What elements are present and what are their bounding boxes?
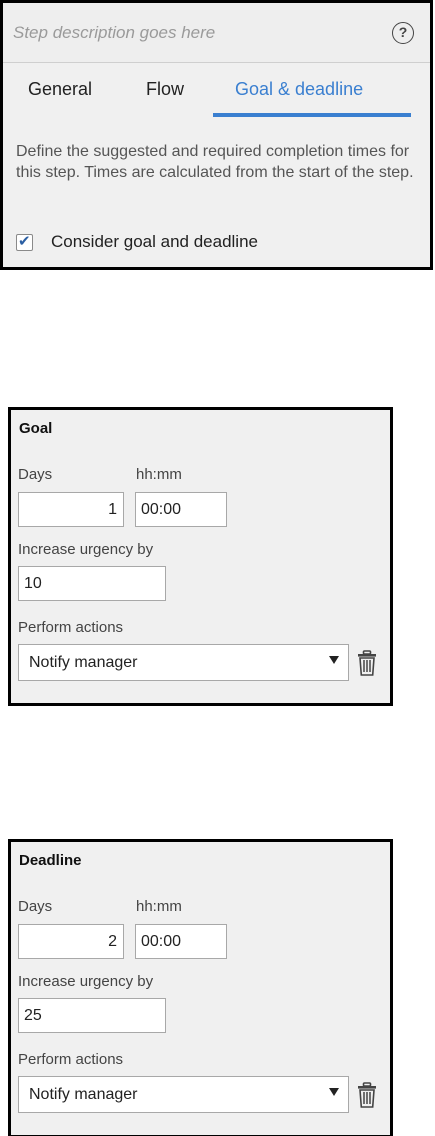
help-icon[interactable]: ? xyxy=(392,22,414,44)
consider-goal-deadline-checkbox[interactable]: ✔ xyxy=(16,232,33,251)
deadline-urgency-label: Increase urgency by xyxy=(18,973,154,990)
tab-goal-deadline[interactable]: Goal & deadline xyxy=(235,79,363,100)
trash-icon[interactable] xyxy=(357,1082,377,1108)
goal-title: Goal xyxy=(19,420,53,437)
dropdown-arrow-icon xyxy=(329,1088,339,1096)
goal-time-input[interactable]: 00:00 xyxy=(135,492,227,527)
deadline-card: Deadline Days hh:mm 2 00:00 Increase urg… xyxy=(8,839,393,1136)
goal-card: Goal Days hh:mm 1 00:00 Increase urgency… xyxy=(8,407,393,706)
checkmark-icon: ✔ xyxy=(18,232,31,250)
step-description-field[interactable]: Step description goes here ? xyxy=(3,3,430,63)
goal-urgency-input[interactable]: 10 xyxy=(18,566,166,601)
goal-time-label: hh:mm xyxy=(136,466,182,483)
goal-days-input[interactable]: 1 xyxy=(18,492,124,527)
step-properties-panel: Step description goes here ? General Flo… xyxy=(0,0,433,270)
active-tab-indicator xyxy=(213,113,411,117)
step-description-placeholder: Step description goes here xyxy=(13,23,216,42)
goal-actions-label: Perform actions xyxy=(18,619,124,636)
dropdown-arrow-icon xyxy=(329,656,339,664)
goal-deadline-description: Define the suggested and required comple… xyxy=(16,143,414,181)
deadline-action-selected: Notify manager xyxy=(29,1086,138,1103)
deadline-urgency-input[interactable]: 25 xyxy=(18,998,166,1033)
consider-goal-deadline-option[interactable]: ✔ Consider goal and deadline xyxy=(16,232,258,252)
deadline-title: Deadline xyxy=(19,852,82,869)
deadline-action-select[interactable]: Notify manager xyxy=(18,1076,349,1113)
deadline-time-label: hh:mm xyxy=(136,898,182,915)
goal-action-select[interactable]: Notify manager xyxy=(18,644,349,681)
consider-goal-deadline-label: Consider goal and deadline xyxy=(51,232,258,251)
deadline-actions-label: Perform actions xyxy=(18,1051,124,1068)
deadline-time-input[interactable]: 00:00 xyxy=(135,924,227,959)
deadline-days-input[interactable]: 2 xyxy=(18,924,124,959)
deadline-days-label: Days xyxy=(18,898,53,915)
tab-flow[interactable]: Flow xyxy=(146,79,184,100)
trash-icon[interactable] xyxy=(357,650,377,676)
tab-bar: General Flow Goal & deadline xyxy=(3,73,430,117)
tab-general[interactable]: General xyxy=(28,79,92,100)
goal-action-selected: Notify manager xyxy=(29,654,138,671)
goal-urgency-label: Increase urgency by xyxy=(18,541,154,558)
goal-days-label: Days xyxy=(18,466,53,483)
